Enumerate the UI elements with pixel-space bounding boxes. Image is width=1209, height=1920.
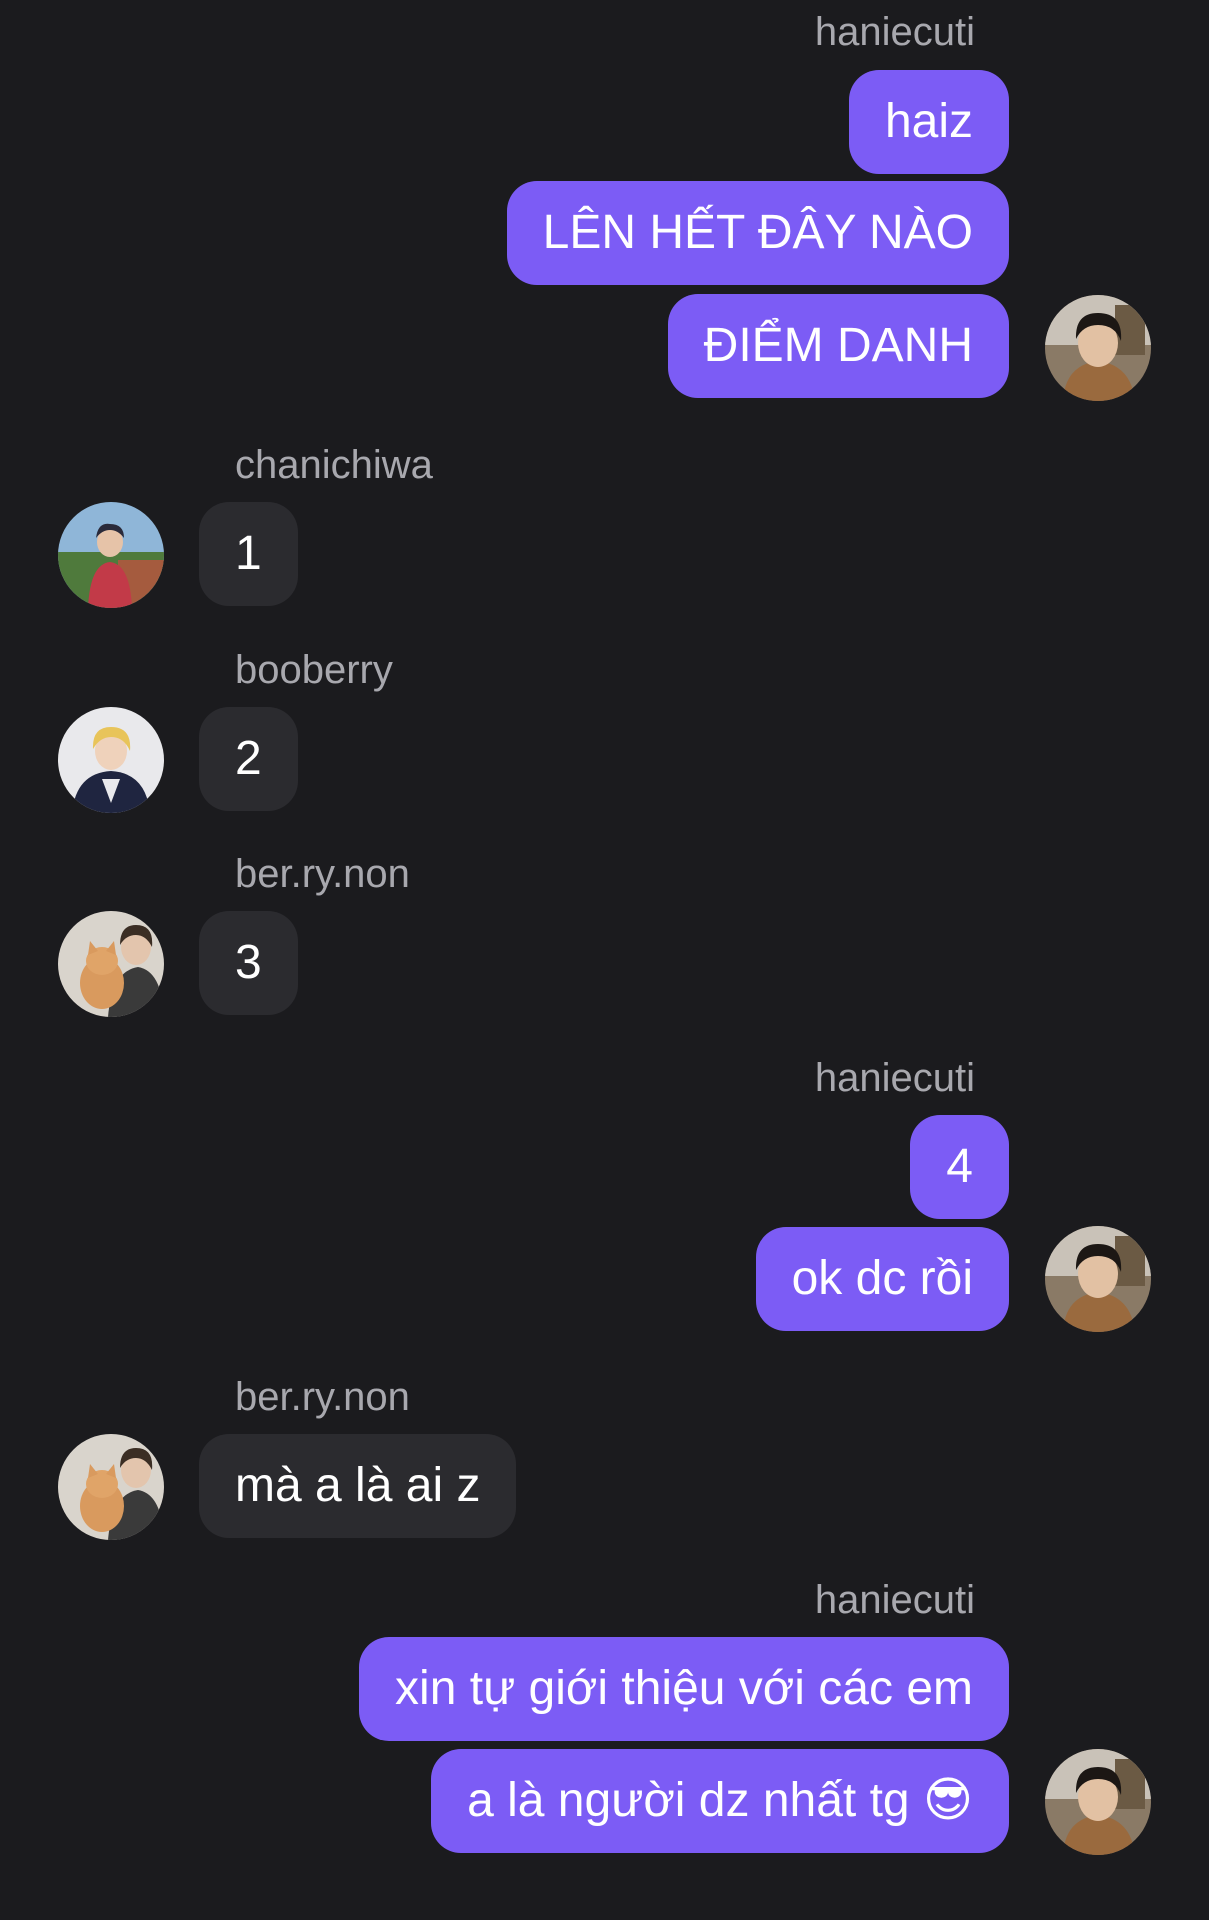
- sender-name: haniecuti: [814, 10, 975, 54]
- message-bubble[interactable]: xin tự giới thiệu với các em: [359, 1637, 1009, 1741]
- sender-name: haniecuti: [814, 1578, 975, 1622]
- user-avatar-icon[interactable]: [58, 502, 164, 608]
- chat-thread: haniecuti haiz LÊN HẾT ĐÂY NÀO ĐIỂM DANH…: [0, 0, 1209, 1920]
- sender-name: booberry: [235, 648, 393, 692]
- message-bubble[interactable]: LÊN HẾT ĐÂY NÀO: [506, 181, 1009, 285]
- message-bubble[interactable]: 4: [910, 1115, 1009, 1219]
- sender-name: chanichiwa: [235, 443, 433, 487]
- message-bubble[interactable]: ĐIỂM DANH: [667, 294, 1009, 398]
- user-avatar-icon[interactable]: [58, 707, 164, 813]
- message-bubble[interactable]: 2: [199, 707, 298, 811]
- user-avatar-icon[interactable]: [1045, 1226, 1151, 1332]
- message-bubble[interactable]: a là người dz nhất tg 😎: [431, 1749, 1009, 1853]
- sender-name: ber.ry.non: [235, 852, 410, 896]
- user-avatar-icon[interactable]: [1045, 295, 1151, 401]
- message-bubble[interactable]: haiz: [848, 70, 1009, 174]
- message-bubble[interactable]: mà a là ai z: [199, 1434, 517, 1538]
- user-avatar-icon[interactable]: [1045, 1749, 1151, 1855]
- message-bubble[interactable]: 3: [199, 911, 298, 1015]
- message-bubble[interactable]: 1: [199, 502, 298, 606]
- sender-name: ber.ry.non: [235, 1375, 410, 1419]
- user-avatar-icon[interactable]: [58, 911, 164, 1017]
- sender-name: haniecuti: [814, 1056, 975, 1100]
- user-avatar-icon[interactable]: [58, 1434, 164, 1540]
- message-bubble[interactable]: ok dc rồi: [755, 1227, 1009, 1331]
